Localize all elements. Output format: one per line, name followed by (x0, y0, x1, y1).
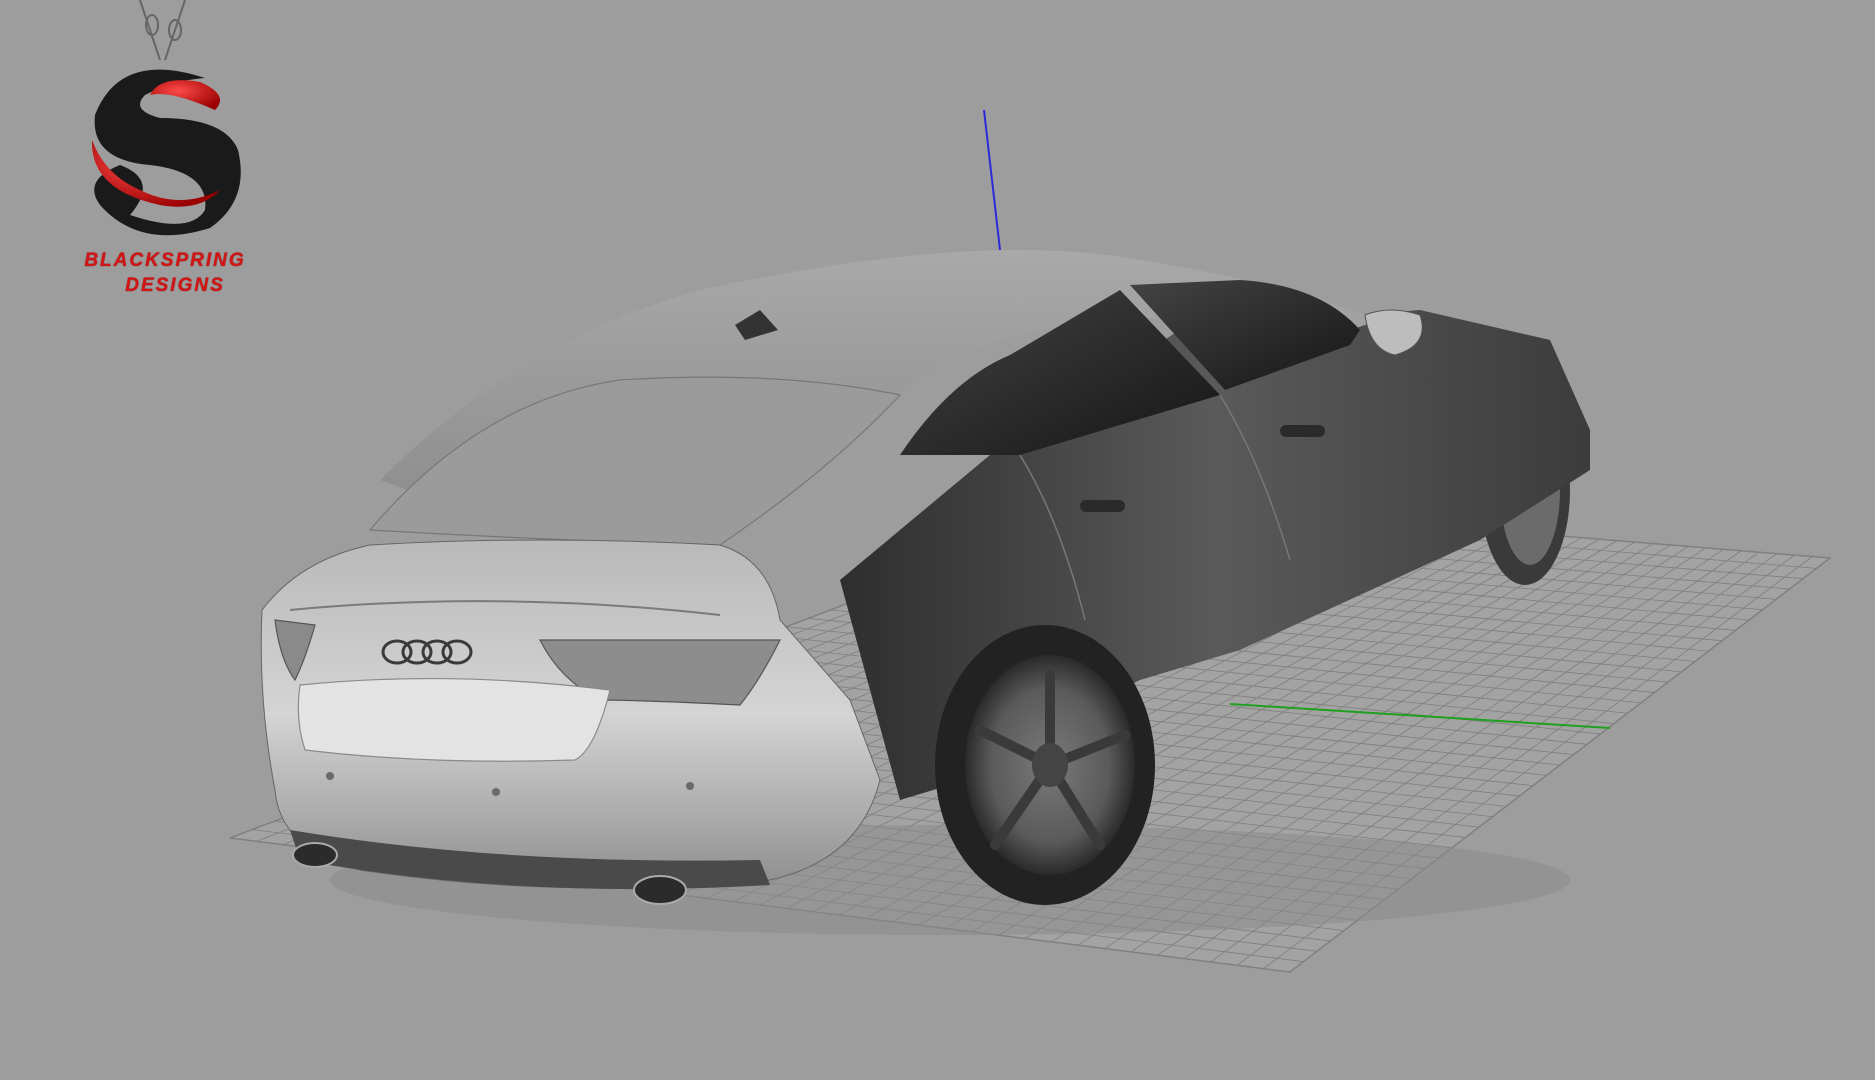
brand-name-line2: DESIGNS (125, 275, 225, 296)
door-handle-rear (1080, 500, 1125, 512)
exhaust-left (292, 842, 338, 868)
door-handle-front (1280, 425, 1325, 437)
rear-wheel (935, 625, 1155, 905)
3d-viewport[interactable]: BLACKSPRING DESIGNS (0, 0, 1875, 1080)
z-axis-line (983, 109, 1001, 251)
rear-window (368, 376, 902, 546)
license-plate-area (297, 677, 611, 762)
brand-name-line1: BLACKSPRING (84, 250, 246, 271)
exhaust-right (633, 875, 687, 905)
brand-logo-text: BLACKSPRING DESIGNS (40, 0, 300, 310)
